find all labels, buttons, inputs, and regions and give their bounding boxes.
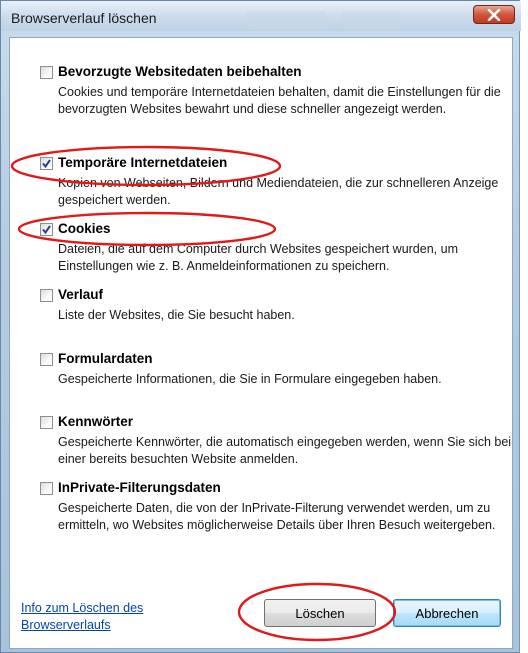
close-x-icon <box>487 8 501 21</box>
option-description: Dateien, die auf dem Computer durch Webs… <box>58 242 458 273</box>
option-description: Gespeicherte Kennwörter, die automatisch… <box>58 435 512 466</box>
checkmark-icon <box>42 159 51 169</box>
cancel-button[interactable]: Abbrechen <box>393 599 501 627</box>
window-title: Browserverlauf löschen <box>11 10 157 26</box>
delete-button[interactable]: Löschen <box>264 599 376 627</box>
checkbox-passwords[interactable] <box>40 416 53 429</box>
checkbox-history[interactable] <box>40 289 53 302</box>
background-tab <box>341 11 401 29</box>
info-link[interactable]: Info zum Löschen des Browserverlaufs <box>21 600 161 634</box>
option-label: Formulardaten <box>58 351 153 366</box>
background-tab <box>246 11 326 29</box>
checkmark-icon <box>42 225 51 235</box>
option-description: Kopien von Webseiten, Bildern und Medien… <box>58 176 499 207</box>
option-label: InPrivate-Filterungsdaten <box>58 480 221 495</box>
checkbox-inprivate-filtering[interactable] <box>40 482 53 495</box>
dialog-window: Browserverlauf löschen Bevorzugte Websit… <box>0 0 521 653</box>
checkbox-preserve-favorites[interactable] <box>40 66 53 79</box>
option-description: Gespeicherte Informationen, die Sie in F… <box>58 372 442 386</box>
option-label: Kennwörter <box>58 414 134 429</box>
option-label: Temporäre Internetdateien <box>58 155 228 170</box>
title-bar[interactable]: Browserverlauf löschen <box>1 1 521 31</box>
option-label: Bevorzugte Websitedaten beibehalten <box>58 64 302 79</box>
dialog-content: Bevorzugte Websitedaten beibehalten Cook… <box>9 37 513 649</box>
checkbox-temporary-files[interactable] <box>40 157 53 170</box>
option-description: Gespeicherte Daten, die von der InPrivat… <box>58 501 496 532</box>
checkbox-cookies[interactable] <box>40 223 53 236</box>
option-description: Liste der Websites, die Sie besucht habe… <box>58 308 295 322</box>
close-button[interactable] <box>473 5 515 24</box>
checkbox-form-data[interactable] <box>40 353 53 366</box>
option-description: Cookies und temporäre Internetdateien be… <box>58 85 501 116</box>
option-label: Cookies <box>58 221 111 236</box>
option-label: Verlauf <box>58 287 104 302</box>
